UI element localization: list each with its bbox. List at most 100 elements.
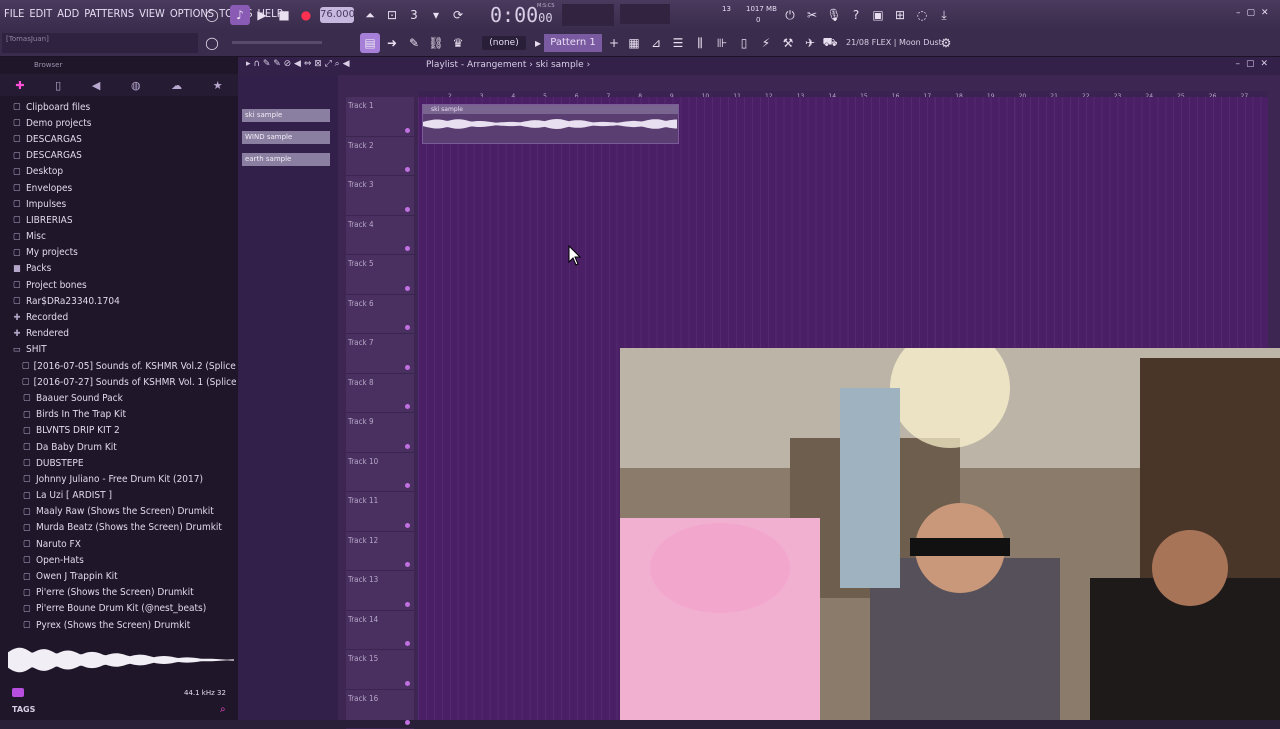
menu-add[interactable]: ADD [57, 7, 79, 20]
audio-clip[interactable]: ski sample [422, 104, 679, 144]
browser-item[interactable]: ▢Envelopes [0, 180, 236, 196]
track-mute-icon[interactable] [405, 207, 410, 212]
cut-icon[interactable]: ✂ [802, 5, 822, 25]
browser-item[interactable]: ▢Birds In The Trap Kit [0, 407, 236, 423]
browser-item[interactable]: ▢DESCARGAS [0, 131, 236, 147]
track-header[interactable]: Track 13 [346, 571, 414, 611]
breadcrumb-title[interactable]: Playlist - Arrangement [426, 60, 526, 70]
browser-item[interactable]: ▭SHIT [0, 342, 236, 358]
browser-item[interactable]: ▢Naruto FX [0, 536, 236, 552]
track-mute-icon[interactable] [405, 167, 410, 172]
track-mute-icon[interactable] [405, 404, 410, 409]
track-header[interactable]: Track 5 [346, 255, 414, 295]
browser-item[interactable]: ▢DESCARGAS [0, 148, 236, 164]
browser-item[interactable]: ✚Recorded [0, 309, 236, 325]
track-mute-icon[interactable] [405, 681, 410, 686]
browser-item[interactable]: ■Packs [0, 261, 236, 277]
track-header[interactable]: Track 8 [346, 374, 414, 414]
playlist-view-icon[interactable]: ▤ [360, 33, 380, 53]
browser-item[interactable]: ▢Owen J Trappin Kit [0, 568, 236, 584]
tags-label[interactable]: TAGS [12, 705, 35, 714]
metronome-icon[interactable]: ⏶ [360, 5, 380, 25]
track-header[interactable]: Track 3 [346, 176, 414, 216]
browser-item[interactable]: ▢La Uzi [ ARDIST ] [0, 488, 236, 504]
playlist-tools-icons[interactable]: ▸ ∩ ✎ ✎ ⊘ ◀ ⇔ ⊠ ⤢ ⌕ ◀ [246, 59, 350, 69]
track-mute-icon[interactable] [405, 325, 410, 330]
tempo-display[interactable]: 76.000 [320, 7, 354, 23]
menu-edit[interactable]: EDIT [29, 7, 52, 20]
save-icon[interactable]: ▣ [868, 5, 888, 25]
settings-icon[interactable]: ⚙ [936, 33, 956, 53]
browser-item[interactable]: ▢Desktop [0, 164, 236, 180]
playlist-icon[interactable]: ▦ [624, 33, 644, 53]
all-tab-icon[interactable]: ✚ [15, 79, 24, 92]
menu-patterns[interactable]: PATTERNS [84, 7, 134, 20]
plugin-tab-icon[interactable]: ◍ [131, 79, 141, 92]
star-tab-icon[interactable]: ★ [213, 79, 223, 92]
file-icon[interactable]: ▯ [734, 33, 754, 53]
track-mute-icon[interactable] [405, 246, 410, 251]
track-mute-icon[interactable] [405, 444, 410, 449]
browser-item[interactable]: ▢LIBRERIAS [0, 212, 236, 228]
master-volume-knob[interactable]: ◯ [202, 5, 222, 25]
chat-icon[interactable]: ◌ [912, 5, 932, 25]
browser-item[interactable]: ▢Rar$DRa23340.1704 [0, 293, 236, 309]
track-mute-icon[interactable] [405, 720, 410, 725]
help-icon[interactable]: ? [846, 5, 866, 25]
loop-record-icon[interactable]: ⟳ [448, 5, 468, 25]
window-controls[interactable]: –▢✕ [1236, 8, 1275, 18]
link-icon[interactable]: ⛓ [426, 33, 446, 53]
browser-item[interactable]: ▢[2016-07-27] Sounds of KSHMR Vol. 1 (Sp… [0, 374, 236, 390]
picker-item[interactable]: ski sample [242, 109, 330, 122]
track-mute-icon[interactable] [405, 602, 410, 607]
browser-item[interactable]: ▢Pi'erre Boune Drum Kit (@nest_beats) [0, 601, 236, 617]
download-icon[interactable]: ⤓ [934, 5, 954, 25]
stamp-icon[interactable]: ♛ [448, 33, 468, 53]
browser-item[interactable]: ▢Open-Hats [0, 552, 236, 568]
plug-icon[interactable]: ⚡ [756, 33, 776, 53]
playlist-window-controls[interactable]: –▢✕ [1235, 59, 1274, 69]
track-mute-icon[interactable] [405, 128, 410, 133]
tool-icon[interactable]: ⚒ [778, 33, 798, 53]
speaker-tab-icon[interactable]: ◀ [92, 79, 100, 92]
track-mute-icon[interactable] [405, 286, 410, 291]
channel-rack-icon[interactable]: ☰ [668, 33, 688, 53]
browser-item[interactable]: ▢Da Baby Drum Kit [0, 439, 236, 455]
track-header[interactable]: Track 6 [346, 295, 414, 335]
play-button[interactable]: ▶ [252, 5, 272, 25]
track-header[interactable]: Track 9 [346, 413, 414, 453]
menu-view[interactable]: VIEW [139, 7, 165, 20]
files-tab-icon[interactable]: ▯ [55, 79, 61, 92]
browser-item[interactable]: ▢BLVNTS DRIP KIT 2 [0, 423, 236, 439]
track-mute-icon[interactable] [405, 483, 410, 488]
bird-icon[interactable]: ✈ [800, 33, 820, 53]
browser-item[interactable]: ▢Clipboard files [0, 99, 236, 115]
stop-button[interactable]: ■ [274, 5, 294, 25]
track-header[interactable]: Track 12 [346, 532, 414, 572]
browser-item[interactable]: ▢Pi'erre (Shows the Screen) Drumkit [0, 585, 236, 601]
browser-item[interactable]: ▢Maaly Raw (Shows the Screen) Drumkit [0, 504, 236, 520]
track-mute-icon[interactable] [405, 523, 410, 528]
track-header[interactable]: Track 7 [346, 334, 414, 374]
mixer-icon[interactable]: ⫼ [690, 33, 710, 53]
browser-item[interactable]: ▢Misc [0, 229, 236, 245]
track-header[interactable]: Track 2 [346, 137, 414, 177]
browser-item[interactable]: ▢Baauer Sound Pack [0, 390, 236, 406]
menu-file[interactable]: FILE [4, 7, 24, 20]
breadcrumb-current[interactable]: ski sample [536, 60, 584, 70]
picker-item[interactable]: WIND sample [242, 131, 330, 144]
browser-item[interactable]: ▢Pyrex (Shows the Screen) Drumkit [0, 617, 236, 633]
picker-item[interactable]: earth sample [242, 153, 330, 166]
preview-play-icon[interactable] [12, 688, 24, 697]
browser-item[interactable]: ▢[2016-07-05] Sounds of. KSHMR Vol.2 (Sp… [0, 358, 236, 374]
track-header[interactable]: Track 16 [346, 690, 414, 729]
piano-roll-icon[interactable]: ⊿ [646, 33, 666, 53]
track-mute-icon[interactable] [405, 365, 410, 370]
browser-item[interactable]: ▢My projects [0, 245, 236, 261]
brush-icon[interactable]: ✎ [404, 33, 424, 53]
add-pattern-icon[interactable]: + [604, 33, 624, 53]
wait-input-icon[interactable]: ⊡ [382, 5, 402, 25]
plugin-icon[interactable]: ⊞ [890, 5, 910, 25]
snap-select[interactable]: (none) [482, 36, 526, 50]
track-header[interactable]: Track 4 [346, 216, 414, 256]
